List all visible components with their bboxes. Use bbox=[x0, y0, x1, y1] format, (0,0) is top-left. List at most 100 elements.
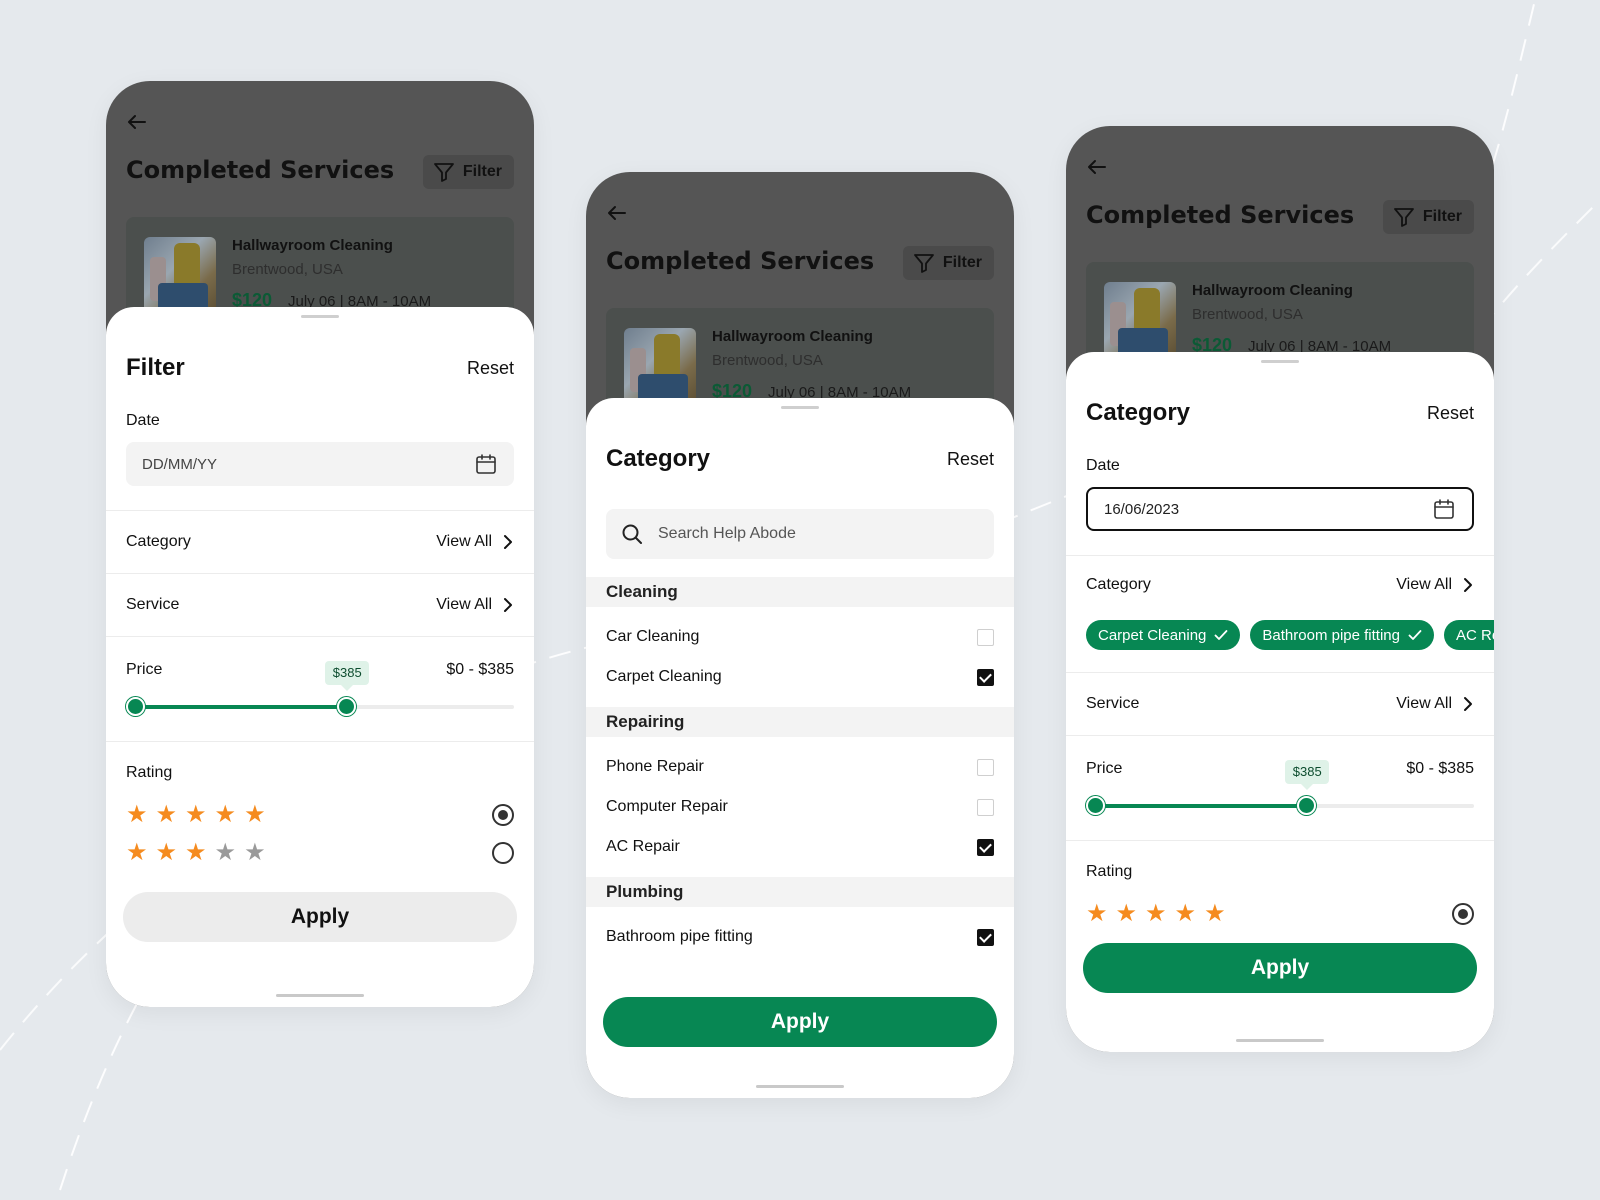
category-checkbox[interactable] bbox=[977, 838, 994, 856]
category-row[interactable]: Category View All bbox=[126, 511, 514, 573]
service-row[interactable]: Service View All bbox=[1086, 673, 1474, 735]
date-label: Date bbox=[1086, 457, 1120, 474]
calendar-icon[interactable] bbox=[1432, 497, 1456, 521]
filter-button[interactable]: Filter bbox=[902, 246, 994, 280]
page-title: Completed Services bbox=[126, 156, 395, 184]
sheet-grab-handle[interactable] bbox=[1261, 360, 1299, 363]
star-icon: ★ bbox=[1115, 900, 1138, 927]
price-slider[interactable]: $385 bbox=[126, 661, 514, 717]
sheet-grab-handle[interactable] bbox=[781, 406, 819, 409]
service-title: Hallwayroom Cleaning bbox=[232, 237, 393, 254]
category-chip[interactable]: Bathroom pipe fitting bbox=[1250, 620, 1434, 650]
rating-radio[interactable] bbox=[1452, 903, 1474, 925]
back-button[interactable] bbox=[604, 200, 630, 226]
price-slider-min-knob[interactable] bbox=[126, 697, 145, 716]
category-item-label: Bathroom pipe fitting bbox=[606, 928, 753, 945]
category-item-label: Phone Repair bbox=[606, 758, 704, 775]
category-view-all[interactable]: View All bbox=[1396, 576, 1474, 594]
filter-button[interactable]: Filter bbox=[1382, 200, 1474, 234]
back-button[interactable] bbox=[1084, 154, 1110, 180]
rating-stars: ★ ★ ★ ★ ★ bbox=[126, 841, 266, 865]
star-icon: ★ bbox=[244, 801, 266, 828]
chevron-right-icon bbox=[1464, 578, 1472, 592]
rating-stars: ★ ★ ★ ★ ★ bbox=[126, 803, 266, 827]
back-button[interactable] bbox=[124, 109, 150, 135]
category-item[interactable]: Car Cleaning bbox=[606, 617, 994, 657]
apply-button[interactable]: Apply bbox=[603, 997, 997, 1047]
category-chip[interactable]: Carpet Cleaning bbox=[1086, 620, 1241, 650]
price-slider[interactable]: $385 bbox=[1086, 760, 1474, 816]
rating-radio[interactable] bbox=[492, 842, 514, 864]
category-row[interactable]: Category View All bbox=[1086, 556, 1474, 614]
category-groups: Cleaning Car Cleaning Carpet Cleaning Repai… bbox=[586, 577, 1014, 967]
price-bubble: $385 bbox=[1285, 760, 1330, 790]
date-label: Date bbox=[126, 412, 160, 429]
page-title: Completed Services bbox=[606, 247, 875, 275]
star-icon: ★ bbox=[214, 801, 237, 828]
funnel-icon bbox=[913, 254, 934, 273]
search-input[interactable]: Search Help Abode bbox=[606, 509, 994, 559]
search-placeholder: Search Help Abode bbox=[658, 525, 796, 542]
check-icon bbox=[1408, 630, 1422, 640]
category-item[interactable]: Carpet Cleaning bbox=[606, 657, 994, 697]
price-slider-max-knob[interactable] bbox=[337, 697, 357, 716]
rating-option[interactable]: ★ ★ ★ ★ ★ bbox=[126, 796, 514, 834]
date-value: 16/06/2023 bbox=[1104, 500, 1180, 518]
price-slider-min-knob[interactable] bbox=[1086, 796, 1105, 815]
rating-radio[interactable] bbox=[492, 804, 514, 826]
star-icon: ★ bbox=[185, 801, 207, 828]
home-indicator bbox=[276, 994, 364, 997]
service-label: Service bbox=[1086, 695, 1140, 712]
price-label: Price bbox=[126, 661, 163, 678]
category-chip-label: Carpet Cleaning bbox=[1098, 626, 1207, 644]
calendar-icon[interactable] bbox=[474, 452, 498, 476]
category-item[interactable]: Bathroom pipe fitting bbox=[606, 917, 994, 957]
category-group-header: Cleaning bbox=[586, 577, 1014, 607]
filter-button-label: Filter bbox=[942, 254, 982, 271]
category-group-header: Repairing bbox=[586, 707, 1014, 737]
category-chip[interactable]: AC Repair bbox=[1443, 620, 1494, 650]
reset-button[interactable]: Reset bbox=[1427, 403, 1474, 424]
price-slider-max-knob[interactable] bbox=[1297, 796, 1317, 815]
category-item[interactable]: AC Repair bbox=[606, 827, 994, 867]
service-view-all[interactable]: View All bbox=[436, 596, 514, 614]
price-range: $0 - $385 bbox=[1406, 760, 1474, 777]
rating-option[interactable]: ★ ★ ★ ★ ★ bbox=[1086, 895, 1474, 933]
category-checkbox[interactable] bbox=[977, 628, 994, 646]
date-field[interactable]: DD/MM/YY bbox=[126, 442, 514, 486]
apply-button[interactable]: Apply bbox=[123, 892, 517, 942]
phone-filter-applied-screen: Completed Services Filter Hallwayroom Cl… bbox=[1066, 126, 1494, 1052]
check-icon bbox=[1215, 630, 1228, 640]
category-item[interactable]: Phone Repair bbox=[606, 747, 994, 787]
service-view-all[interactable]: View All bbox=[1396, 695, 1474, 713]
service-location: Brentwood, USA bbox=[232, 261, 343, 278]
category-checkbox[interactable] bbox=[977, 758, 994, 776]
rating-options: ★ ★ ★ ★ ★ ★ ★ ★ ★ ★ bbox=[126, 796, 514, 872]
category-item-label: Carpet Cleaning bbox=[606, 668, 722, 685]
service-location: Brentwood, USA bbox=[1192, 306, 1303, 323]
service-title: Hallwayroom Cleaning bbox=[1192, 282, 1353, 299]
sheet-grab-handle[interactable] bbox=[301, 315, 339, 318]
filter-button[interactable]: Filter bbox=[422, 155, 514, 189]
rating-option[interactable]: ★ ★ ★ ★ ★ bbox=[126, 834, 514, 872]
rating-options: ★ ★ ★ ★ ★ bbox=[1086, 895, 1474, 933]
category-item-label: AC Repair bbox=[606, 838, 680, 855]
category-checkbox[interactable] bbox=[977, 798, 994, 816]
date-field[interactable]: 16/06/2023 bbox=[1086, 487, 1474, 531]
service-row[interactable]: Service View All bbox=[126, 574, 514, 636]
price-label: Price bbox=[1086, 760, 1123, 777]
category-view-all[interactable]: View All bbox=[436, 533, 514, 551]
filter-sheet: Category Reset Date 16/06/2023 Category … bbox=[1066, 352, 1494, 1052]
rating-label: Rating bbox=[126, 764, 173, 781]
category-checkbox[interactable] bbox=[977, 668, 994, 686]
reset-button[interactable]: Reset bbox=[467, 358, 514, 379]
category-item[interactable]: Computer Repair bbox=[606, 787, 994, 827]
category-item-label: Car Cleaning bbox=[606, 628, 700, 645]
apply-button[interactable]: Apply bbox=[1083, 943, 1477, 993]
star-icon: ★ bbox=[244, 839, 266, 866]
star-icon: ★ bbox=[1174, 900, 1197, 927]
reset-button[interactable]: Reset bbox=[947, 449, 994, 470]
filter-sheet: Filter Reset Date DD/MM/YY Category View… bbox=[106, 307, 534, 1007]
star-icon: ★ bbox=[1204, 900, 1226, 927]
category-checkbox[interactable] bbox=[977, 928, 994, 946]
